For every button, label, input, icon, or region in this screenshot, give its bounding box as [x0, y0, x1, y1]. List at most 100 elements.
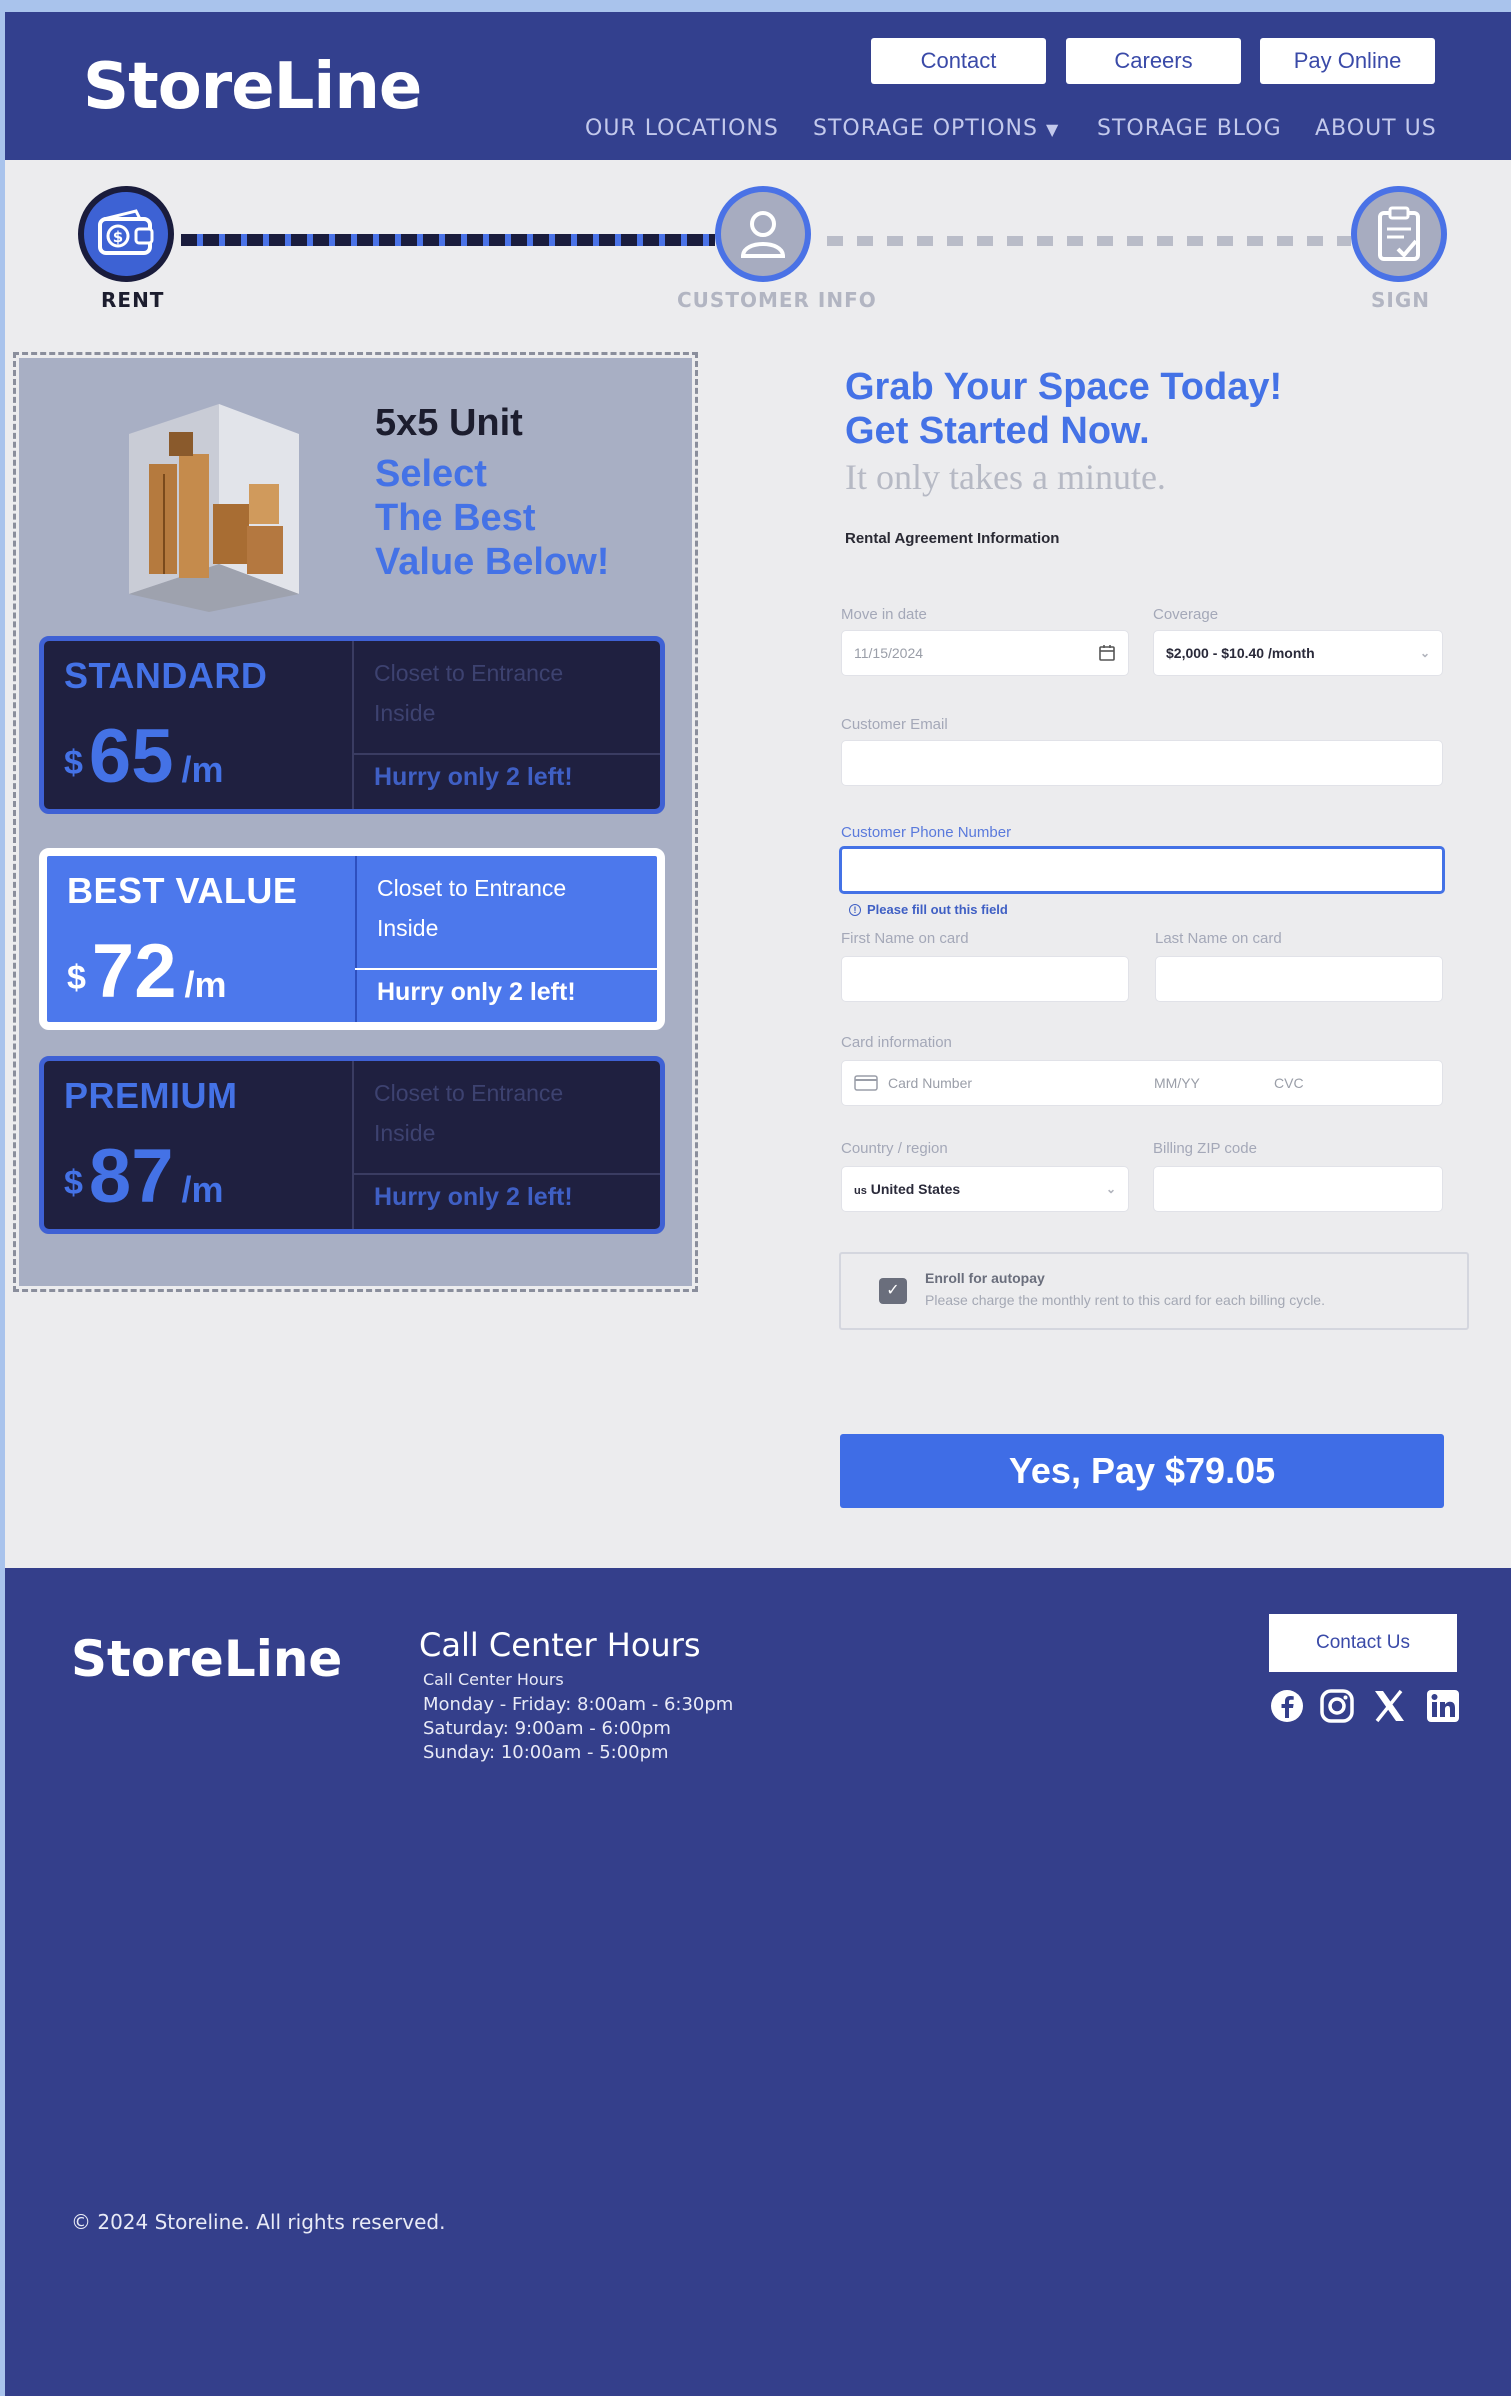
user-icon	[740, 211, 786, 258]
page: StoreLine Contact Careers Pay Online OUR…	[5, 12, 1511, 2396]
price-value: 65	[88, 714, 174, 799]
price-period: /m	[184, 964, 227, 1005]
move-in-date-input[interactable]: 11/15/2024	[841, 630, 1129, 676]
tier-premium[interactable]: PREMIUM $87/m Closet to Entrance Inside …	[39, 1056, 665, 1234]
unit-sub-line-2: The Best	[375, 497, 536, 539]
nav-storage-options[interactable]: STORAGE OPTIONS ▼	[813, 116, 1059, 141]
last-name-label: Last Name on card	[1155, 930, 1282, 947]
tier-best-value[interactable]: BEST VALUE $72/m Closet to Entrance Insi…	[39, 848, 665, 1030]
tier-feature: Inside	[374, 1120, 436, 1146]
calendar-icon[interactable]	[1098, 644, 1116, 662]
country-name: United States	[870, 1181, 961, 1197]
pay-online-button[interactable]: Pay Online	[1260, 38, 1435, 84]
zip-input[interactable]	[1153, 1166, 1443, 1212]
site-header: StoreLine Contact Careers Pay Online OUR…	[5, 12, 1511, 160]
phone-label: Customer Phone Number	[841, 824, 1012, 841]
nav-storage-blog[interactable]: STORAGE BLOG	[1097, 116, 1282, 141]
tier-divider	[352, 753, 660, 755]
autopay-checkbox[interactable]: ✓	[879, 1278, 907, 1304]
chevron-down-icon: ⌄	[1105, 1182, 1116, 1196]
pay-button[interactable]: Yes, Pay $79.05	[840, 1434, 1444, 1508]
storage-unit-image	[129, 404, 299, 612]
tier-divider	[352, 641, 354, 809]
instagram-icon[interactable]	[1319, 1688, 1355, 1724]
price-value: 87	[88, 1134, 174, 1219]
unit-title: 5x5 Unit	[375, 402, 523, 444]
price-period: /m	[181, 749, 224, 790]
coverage-value: $2,000 - $10.40 /month	[1166, 645, 1315, 661]
email-label: Customer Email	[841, 716, 948, 733]
linkedin-icon[interactable]	[1425, 1688, 1461, 1724]
tier-standard[interactable]: STANDARD $65/m Closet to Entrance Inside…	[39, 636, 665, 814]
email-input[interactable]	[841, 740, 1443, 786]
coverage-select[interactable]: $2,000 - $10.40 /month ⌄	[1153, 630, 1443, 676]
chevron-down-icon: ⌄	[1419, 646, 1430, 660]
autopay-title: Enroll for autopay	[925, 1270, 1045, 1286]
step-customer-info-label: CUSTOMER INFO	[677, 288, 877, 312]
unit-sub-line-1: Select	[375, 453, 487, 495]
last-name-input[interactable]	[1155, 956, 1443, 1002]
progress-line-pending	[827, 236, 1351, 246]
tier-feature: Inside	[377, 915, 439, 941]
first-name-input[interactable]	[841, 956, 1129, 1002]
phone-error: ! Please fill out this field	[849, 902, 1008, 917]
step-rent: $	[78, 186, 174, 282]
info-icon: !	[849, 903, 861, 916]
form-section-title: Rental Agreement Information	[845, 530, 1060, 547]
tier-price: $72/m	[67, 928, 226, 1015]
card-info-input[interactable]: Card Number MM/YY CVC	[841, 1060, 1443, 1106]
tier-feature: Closet to Entrance	[374, 1080, 564, 1106]
country-label: Country / region	[841, 1140, 948, 1157]
tier-divider	[352, 1173, 660, 1175]
footer-logo[interactable]: StoreLine	[71, 1630, 342, 1688]
call-center-line: Call Center Hours	[423, 1670, 564, 1689]
nav-about-us[interactable]: ABOUT US	[1315, 116, 1437, 141]
card-exp-placeholder: MM/YY	[1154, 1075, 1200, 1091]
site-logo[interactable]: StoreLine	[83, 50, 422, 124]
first-name-label: First Name on card	[841, 930, 969, 947]
move-in-label: Move in date	[841, 606, 927, 623]
tier-feature: Inside	[374, 700, 436, 726]
form-subhead: It only takes a minute.	[845, 457, 1166, 497]
clipboard-check-icon	[1378, 206, 1420, 261]
call-center-line: Monday - Friday: 8:00am - 6:30pm	[423, 1694, 734, 1715]
step-sign	[1351, 186, 1447, 282]
wallet-icon: $	[98, 209, 154, 255]
phone-input[interactable]	[839, 846, 1445, 894]
tier-divider	[355, 856, 357, 1022]
step-rent-label: RENT	[101, 288, 165, 312]
tier-name: BEST VALUE	[67, 870, 298, 911]
price-currency: $	[64, 1164, 83, 1202]
tier-name: STANDARD	[64, 655, 268, 696]
site-footer: StoreLine Call Center Hours Call Center …	[5, 1568, 1511, 2396]
tier-divider	[352, 1061, 354, 1229]
autopay-box[interactable]: ✓ Enroll for autopay Please charge the m…	[839, 1252, 1469, 1330]
move-in-value: 11/15/2024	[854, 645, 924, 661]
price-period: /m	[181, 1169, 224, 1210]
coverage-label: Coverage	[1153, 606, 1219, 623]
nav-storage-options-label: STORAGE OPTIONS	[813, 116, 1038, 141]
unit-sub-line-3: Value Below!	[375, 541, 610, 583]
x-icon[interactable]	[1371, 1688, 1407, 1724]
card-info-label: Card information	[841, 1034, 952, 1051]
progress-line-complete	[181, 234, 715, 246]
footer-contact-button[interactable]: Contact Us	[1269, 1614, 1457, 1672]
tier-hurry: Hurry only 2 left!	[374, 763, 573, 791]
nav-our-locations[interactable]: OUR LOCATIONS	[585, 116, 779, 141]
facebook-icon[interactable]	[1269, 1688, 1305, 1724]
tier-hurry: Hurry only 2 left!	[374, 1183, 573, 1211]
card-cvc-placeholder: CVC	[1274, 1075, 1304, 1091]
careers-button[interactable]: Careers	[1066, 38, 1241, 84]
contact-button[interactable]: Contact	[871, 38, 1046, 84]
tier-name: PREMIUM	[64, 1075, 238, 1116]
form-headline-2: Get Started Now.	[845, 410, 1150, 452]
form-headline-1: Grab Your Space Today!	[845, 366, 1283, 408]
call-center-title: Call Center Hours	[419, 1626, 701, 1664]
copyright: © 2024 Storeline. All rights reserved.	[71, 2210, 446, 2234]
autopay-description: Please charge the monthly rent to this c…	[925, 1292, 1325, 1308]
us-flag-icon: us	[854, 1185, 867, 1197]
tier-hurry: Hurry only 2 left!	[377, 978, 576, 1006]
country-select[interactable]: us United States ⌄	[841, 1166, 1129, 1212]
price-value: 72	[91, 929, 177, 1014]
zip-label: Billing ZIP code	[1153, 1140, 1257, 1157]
